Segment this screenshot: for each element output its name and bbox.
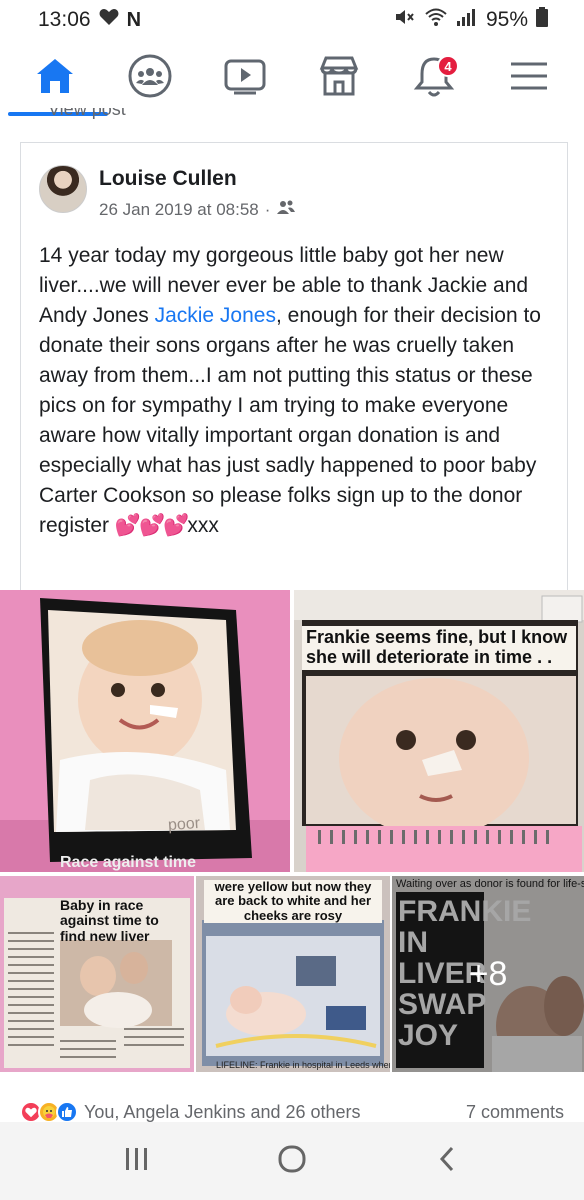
reaction-summary-text: You, Angela Jenkins and 26 others bbox=[84, 1101, 361, 1122]
photo-3[interactable]: Baby in race against time to find new li… bbox=[0, 876, 194, 1072]
mute-icon bbox=[394, 7, 416, 33]
android-nav-bar bbox=[0, 1122, 584, 1200]
separator-dot: · bbox=[264, 199, 271, 219]
battery-level: 95% bbox=[485, 8, 528, 31]
avatar[interactable] bbox=[39, 165, 87, 213]
status-left: 13:06 N bbox=[38, 8, 141, 32]
post-text-rest: , enough for their decision to donate th… bbox=[39, 304, 541, 537]
signal-icon bbox=[456, 7, 478, 33]
post-meta: 26 Jan 2019 at 08:58 · bbox=[99, 199, 296, 220]
post-text: 14 year today my gorgeous little baby go… bbox=[39, 241, 559, 541]
nav-marketplace[interactable] bbox=[304, 43, 374, 113]
more-photos-overlay[interactable]: +8 bbox=[392, 876, 584, 1072]
nav-notifications[interactable]: 4 bbox=[399, 43, 469, 113]
status-bar: 13:06 N 95% bbox=[0, 0, 584, 40]
battery-icon bbox=[536, 7, 548, 33]
home-icon bbox=[33, 56, 77, 101]
reaction-summary[interactable]: You, Angela Jenkins and 26 others bbox=[20, 1101, 361, 1123]
back-icon bbox=[437, 1145, 457, 1178]
photo-3-headline: Baby in race against time to find new li… bbox=[60, 897, 159, 944]
view-post-link[interactable]: View post bbox=[48, 108, 126, 122]
nav-groups[interactable] bbox=[115, 43, 185, 113]
heart-emojis: 💕💕💕 bbox=[114, 514, 189, 537]
more-photos-count: +8 bbox=[468, 954, 508, 993]
menu-icon bbox=[509, 60, 549, 97]
heart-icon bbox=[99, 8, 119, 32]
photo-2-headline: Frankie seems fine, but I know she will … bbox=[302, 626, 576, 670]
photo-1[interactable]: poor Race against time bbox=[0, 590, 290, 872]
photo-5[interactable]: Waiting over as donor is found for life-… bbox=[392, 876, 584, 1072]
photo-4[interactable]: were yellow but now they are back to whi… bbox=[196, 876, 390, 1072]
n-notification-icon: N bbox=[126, 8, 142, 31]
status-time: 13:06 bbox=[38, 8, 91, 31]
view-post-label: View post bbox=[48, 108, 126, 119]
photo-1-caption: poor bbox=[167, 814, 201, 835]
photo-2[interactable]: Frankie seems fine, but I know she will … bbox=[294, 590, 584, 872]
status-right: 95% bbox=[394, 7, 548, 33]
comments-count[interactable]: 7 comments bbox=[466, 1102, 564, 1123]
photo-4-footer: LIFELINE: Frankie in hospital in Leeds w… bbox=[216, 1060, 390, 1070]
recent-apps-button[interactable] bbox=[107, 1131, 167, 1191]
post-text-end: xxx bbox=[187, 514, 219, 537]
like-reaction-icon bbox=[56, 1101, 78, 1123]
recent-apps-icon bbox=[123, 1146, 151, 1177]
wifi-icon bbox=[424, 7, 448, 33]
photo-1-footer: Race against time bbox=[60, 854, 197, 871]
back-button[interactable] bbox=[417, 1131, 477, 1191]
post-card: Louise Cullen 26 Jan 2019 at 08:58 · 14 … bbox=[20, 142, 568, 590]
photo-1-image bbox=[0, 590, 290, 872]
marketplace-icon bbox=[316, 54, 362, 103]
post-author[interactable]: Louise Cullen bbox=[99, 167, 237, 191]
photo-4-headline: were yellow but now they are back to whi… bbox=[204, 879, 382, 923]
home-button[interactable] bbox=[262, 1131, 322, 1191]
mention-link[interactable]: Jackie Jones bbox=[155, 304, 276, 327]
nav-watch[interactable] bbox=[210, 43, 280, 113]
top-nav-bar: 4 bbox=[0, 40, 584, 116]
friends-icon bbox=[276, 199, 296, 220]
home-circle-icon bbox=[277, 1144, 307, 1179]
nav-home[interactable] bbox=[20, 43, 90, 113]
post-timestamp[interactable]: 26 Jan 2019 at 08:58 bbox=[99, 200, 259, 220]
photo-grid: poor Race against time Frankie seems fin… bbox=[0, 590, 584, 1072]
nav-menu[interactable] bbox=[494, 43, 564, 113]
groups-icon bbox=[127, 53, 173, 104]
watch-icon bbox=[222, 56, 268, 101]
photo-2-spiral bbox=[318, 830, 558, 844]
notification-count-badge: 4 bbox=[436, 55, 459, 77]
